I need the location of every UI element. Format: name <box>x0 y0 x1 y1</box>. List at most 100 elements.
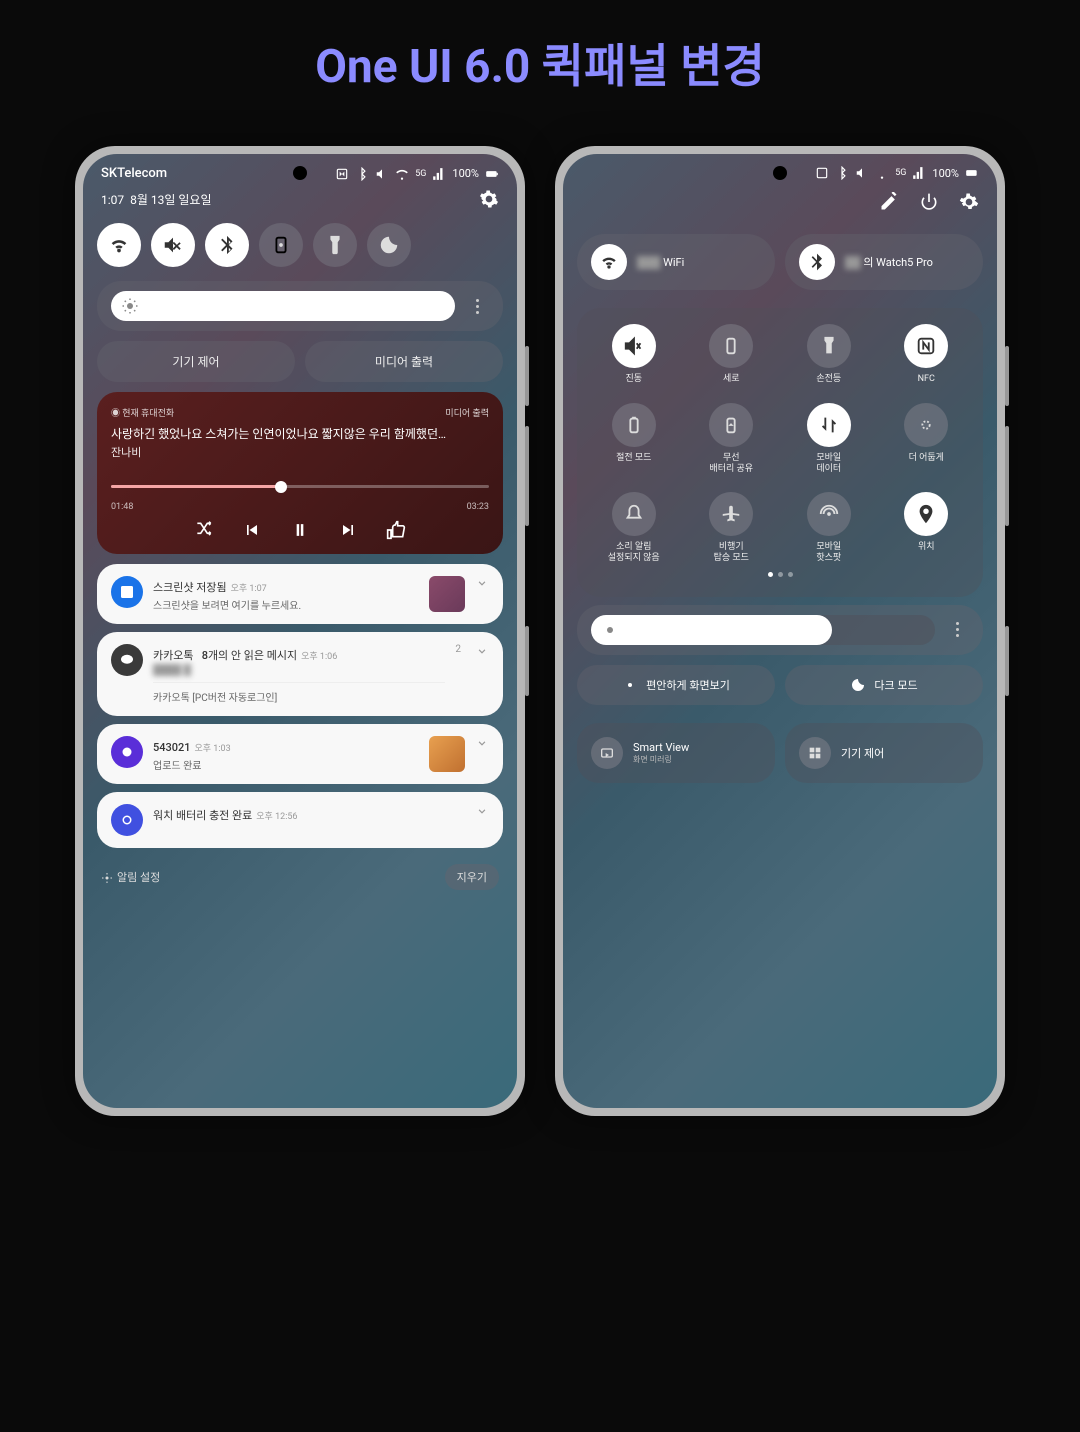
flashlight-icon <box>818 335 840 357</box>
bluetooth-icon <box>216 234 238 256</box>
media-elapsed: 01:48 <box>111 502 133 512</box>
notification-screenshot[interactable]: 스크린샷 저장됨오후 1:07 스크린샷을 보려면 여기를 누르세요. <box>97 564 503 624</box>
battery-icon <box>965 166 979 180</box>
notif-thumbnail <box>429 576 465 612</box>
phones-container: SKTelecom 5G 100% 1:07 8월 13일 일요일 기기 제어 … <box>0 116 1080 1146</box>
bluetooth-status-icon <box>355 167 369 181</box>
notification-upload[interactable]: 543021오후 1:03 업로드 완료 <box>97 724 503 784</box>
signal-icon <box>432 167 446 181</box>
settings-icon[interactable] <box>479 189 499 209</box>
dark-mode-button[interactable]: 다크 모드 <box>785 665 983 705</box>
dnd-toggle[interactable] <box>367 223 411 267</box>
nfc-icon <box>815 166 829 180</box>
mute-toggle[interactable] <box>151 223 195 267</box>
notif-time: 오후 1:06 <box>301 652 337 662</box>
more-button[interactable] <box>945 622 969 637</box>
device-control-button[interactable]: 기기 제어 <box>97 341 295 382</box>
eye-comfort-button[interactable]: 편안하게 화면보기 <box>577 665 775 705</box>
mute-icon <box>623 335 645 357</box>
sun-icon <box>601 621 619 639</box>
chevron-down-icon[interactable] <box>475 804 489 818</box>
hotspot-icon <box>818 503 840 525</box>
notification-kakao[interactable]: 카카오톡 8개의 안 읽은 메시지오후 1:06 ████ █ 카카오톡 [PC… <box>97 632 503 716</box>
notif-body-blurred: ████ █ <box>153 665 445 676</box>
wifi-status-icon <box>395 167 409 181</box>
next-icon[interactable] <box>338 520 358 540</box>
shuffle-icon[interactable] <box>194 520 214 540</box>
brightness-slider[interactable] <box>111 291 455 321</box>
quick-toggle-row <box>83 219 517 277</box>
notif-body: 업로드 완료 <box>153 757 419 772</box>
chat-icon <box>118 651 136 669</box>
dim-tile[interactable]: 더 어둡게 <box>891 403 961 475</box>
gear-small-icon <box>101 872 113 884</box>
notif-title: 스크린샷 저장됨 <box>153 581 227 594</box>
watch-icon <box>118 811 136 829</box>
page-indicator <box>585 572 975 577</box>
notif-count: 2 <box>455 644 461 655</box>
power-icon[interactable] <box>919 192 939 212</box>
powershare-tile[interactable]: 무선 배터리 공유 <box>696 403 766 475</box>
rotation-toggle[interactable] <box>259 223 303 267</box>
bell-icon <box>623 503 645 525</box>
rotation-icon <box>720 335 742 357</box>
chevron-down-icon[interactable] <box>475 576 489 590</box>
device-control-tile[interactable]: 기기 제어 <box>785 723 983 783</box>
smartview-tile[interactable]: Smart View화면 미러링 <box>577 723 775 783</box>
sound-alert-tile[interactable]: 소리 알림 설정되지 않음 <box>599 492 669 564</box>
cast-icon <box>599 745 615 761</box>
notif-thumbnail <box>429 736 465 772</box>
location-tile[interactable]: 위치 <box>891 492 961 564</box>
sun-icon <box>121 297 139 315</box>
wifi-tile[interactable]: ███ WiFi <box>577 234 775 290</box>
wifi-label: WiFi <box>663 256 684 269</box>
bluetooth-toggle[interactable] <box>205 223 249 267</box>
media-player-card[interactable]: ◉ 현재 휴대전화 미디어 출력 사랑하긴 했었나요 스쳐가는 인연이었나요 짧… <box>97 392 503 554</box>
edit-icon[interactable] <box>879 192 899 212</box>
airplane-tile[interactable]: 비행기 탑승 모드 <box>696 492 766 564</box>
notification-watch[interactable]: 워치 배터리 충전 완료 오후 12:56 <box>97 792 503 848</box>
chevron-down-icon[interactable] <box>475 644 489 658</box>
mobiledata-tile[interactable]: 모바일 데이터 <box>794 403 864 475</box>
powersave-tile[interactable]: 절전 모드 <box>599 403 669 475</box>
nfc-icon <box>335 167 349 181</box>
more-button[interactable] <box>465 299 489 314</box>
nfc-tile[interactable]: NFC <box>891 324 961 385</box>
settings-icon[interactable] <box>959 192 979 212</box>
notif-title: 워치 배터리 충전 완료 <box>153 809 252 822</box>
bluetooth-tile[interactable]: ██ 의 Watch5 Pro <box>785 234 983 290</box>
chevron-down-icon[interactable] <box>475 736 489 750</box>
media-output-button[interactable]: 미디어 출력 <box>305 341 503 382</box>
brightness-slider[interactable] <box>591 615 935 645</box>
like-icon[interactable] <box>386 520 406 540</box>
wifi-toggle[interactable] <box>97 223 141 267</box>
notif-title: 카카오톡 8개의 안 읽은 메시지 <box>153 649 297 662</box>
media-progress[interactable] <box>111 472 489 496</box>
status-icons: 5G 100% <box>335 167 499 181</box>
carrier-label: SKTelecom <box>101 166 167 181</box>
notif-time: 오후 1:03 <box>195 744 231 754</box>
media-output-label[interactable]: 미디어 출력 <box>445 406 489 419</box>
smartview-title: Smart View <box>633 741 689 754</box>
hotspot-tile[interactable]: 모바일 핫스팟 <box>794 492 864 564</box>
notification-footer: 알림 설정 지우기 <box>83 856 517 898</box>
bluetooth-status-icon <box>835 166 849 180</box>
vibration-tile[interactable]: 진동 <box>599 324 669 385</box>
wifi-status-icon <box>875 166 889 180</box>
share-icon <box>720 414 742 436</box>
rotation-tile[interactable]: 세로 <box>696 324 766 385</box>
previous-icon[interactable] <box>242 520 262 540</box>
phone-left: SKTelecom 5G 100% 1:07 8월 13일 일요일 기기 제어 … <box>75 146 525 1116</box>
header-actions <box>563 184 997 220</box>
mute-status-icon <box>855 166 869 180</box>
notif-settings-button[interactable]: 알림 설정 <box>101 869 160 885</box>
pause-icon[interactable] <box>290 520 310 540</box>
notif-time: 오후 12:56 <box>256 812 297 822</box>
quick-settings-grid: 진동 세로 손전등 NFC 절전 모드 무선 배터리 공유 모바일 데이터 더 … <box>577 308 983 597</box>
media-title: 사랑하긴 했었나요 스쳐가는 인연이었나요 짧지않은 우리 함께했던… <box>111 425 489 442</box>
phone-right: 5G 100% ███ WiFi ██ 의 Watch5 Pro 진동 세로 손… <box>555 146 1005 1116</box>
flashlight-toggle[interactable] <box>313 223 357 267</box>
flashlight-tile[interactable]: 손전등 <box>794 324 864 385</box>
camera-notch <box>773 166 787 180</box>
clear-button[interactable]: 지우기 <box>445 864 499 890</box>
